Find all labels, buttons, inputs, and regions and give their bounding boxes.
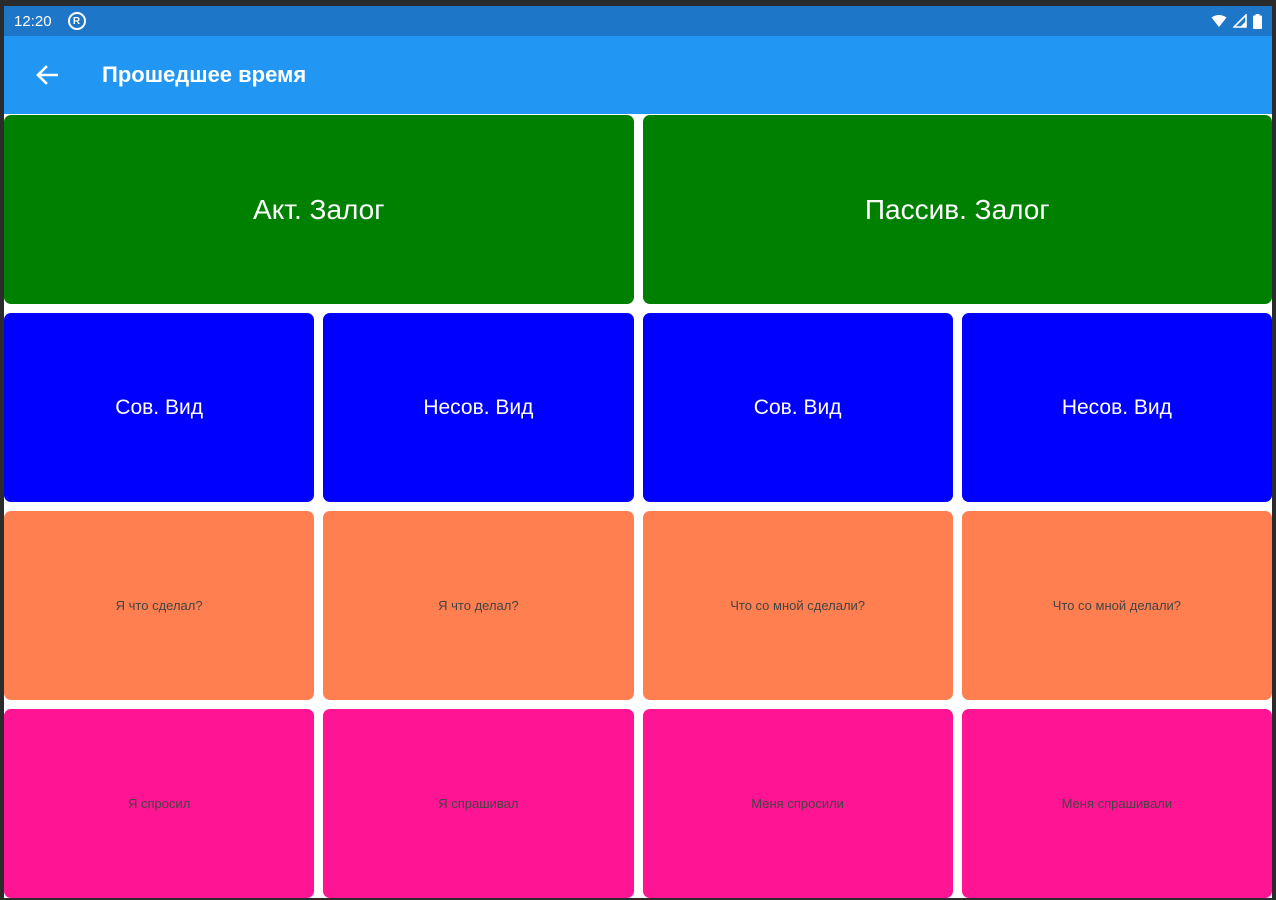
aspect-tile-perfective-active[interactable]: Сов. Вид	[4, 313, 315, 502]
status-bar: 12:20 R	[4, 6, 1272, 36]
status-time: 12:20	[14, 12, 52, 30]
aspect-tile-perfective-passive[interactable]: Сов. Вид	[642, 313, 953, 502]
aspect-tile-imperfective-active[interactable]: Несов. Вид	[323, 313, 634, 502]
question-tile-1[interactable]: Я что сделал?	[4, 511, 315, 700]
example-tile-1[interactable]: Я спросил	[4, 709, 315, 898]
status-icons	[1211, 13, 1262, 29]
example-tile-3[interactable]: Меня спросили	[642, 709, 953, 898]
signal-icon	[1233, 14, 1247, 28]
battery-icon	[1253, 13, 1262, 29]
aspect-tile-imperfective-passive[interactable]: Несов. Вид	[961, 313, 1272, 502]
back-button[interactable]	[4, 36, 90, 114]
page-title: Прошедшее время	[102, 62, 307, 87]
question-tile-2[interactable]: Я что делал?	[323, 511, 634, 700]
voice-tile-passive[interactable]: Пассив. Залог	[642, 115, 1272, 304]
question-tile-3[interactable]: Что со мной сделали?	[642, 511, 953, 700]
wifi-icon	[1211, 15, 1227, 27]
question-tile-4[interactable]: Что со мной делали?	[961, 511, 1272, 700]
tense-grid: Акт. Залог Пассив. Залог Сов. Вид Несов.…	[4, 115, 1272, 898]
notification-app-icon: R	[67, 12, 86, 30]
voice-tile-active[interactable]: Акт. Залог	[4, 115, 634, 304]
example-tile-4[interactable]: Меня спрашивали	[961, 709, 1272, 898]
arrow-back-icon	[36, 65, 58, 85]
app-bar: Прошедшее время	[4, 36, 1272, 114]
example-tile-2[interactable]: Я спрашивал	[323, 709, 634, 898]
app-screen: 12:20 R Прошедшее время Акт. Залог Пасси	[4, 6, 1272, 898]
